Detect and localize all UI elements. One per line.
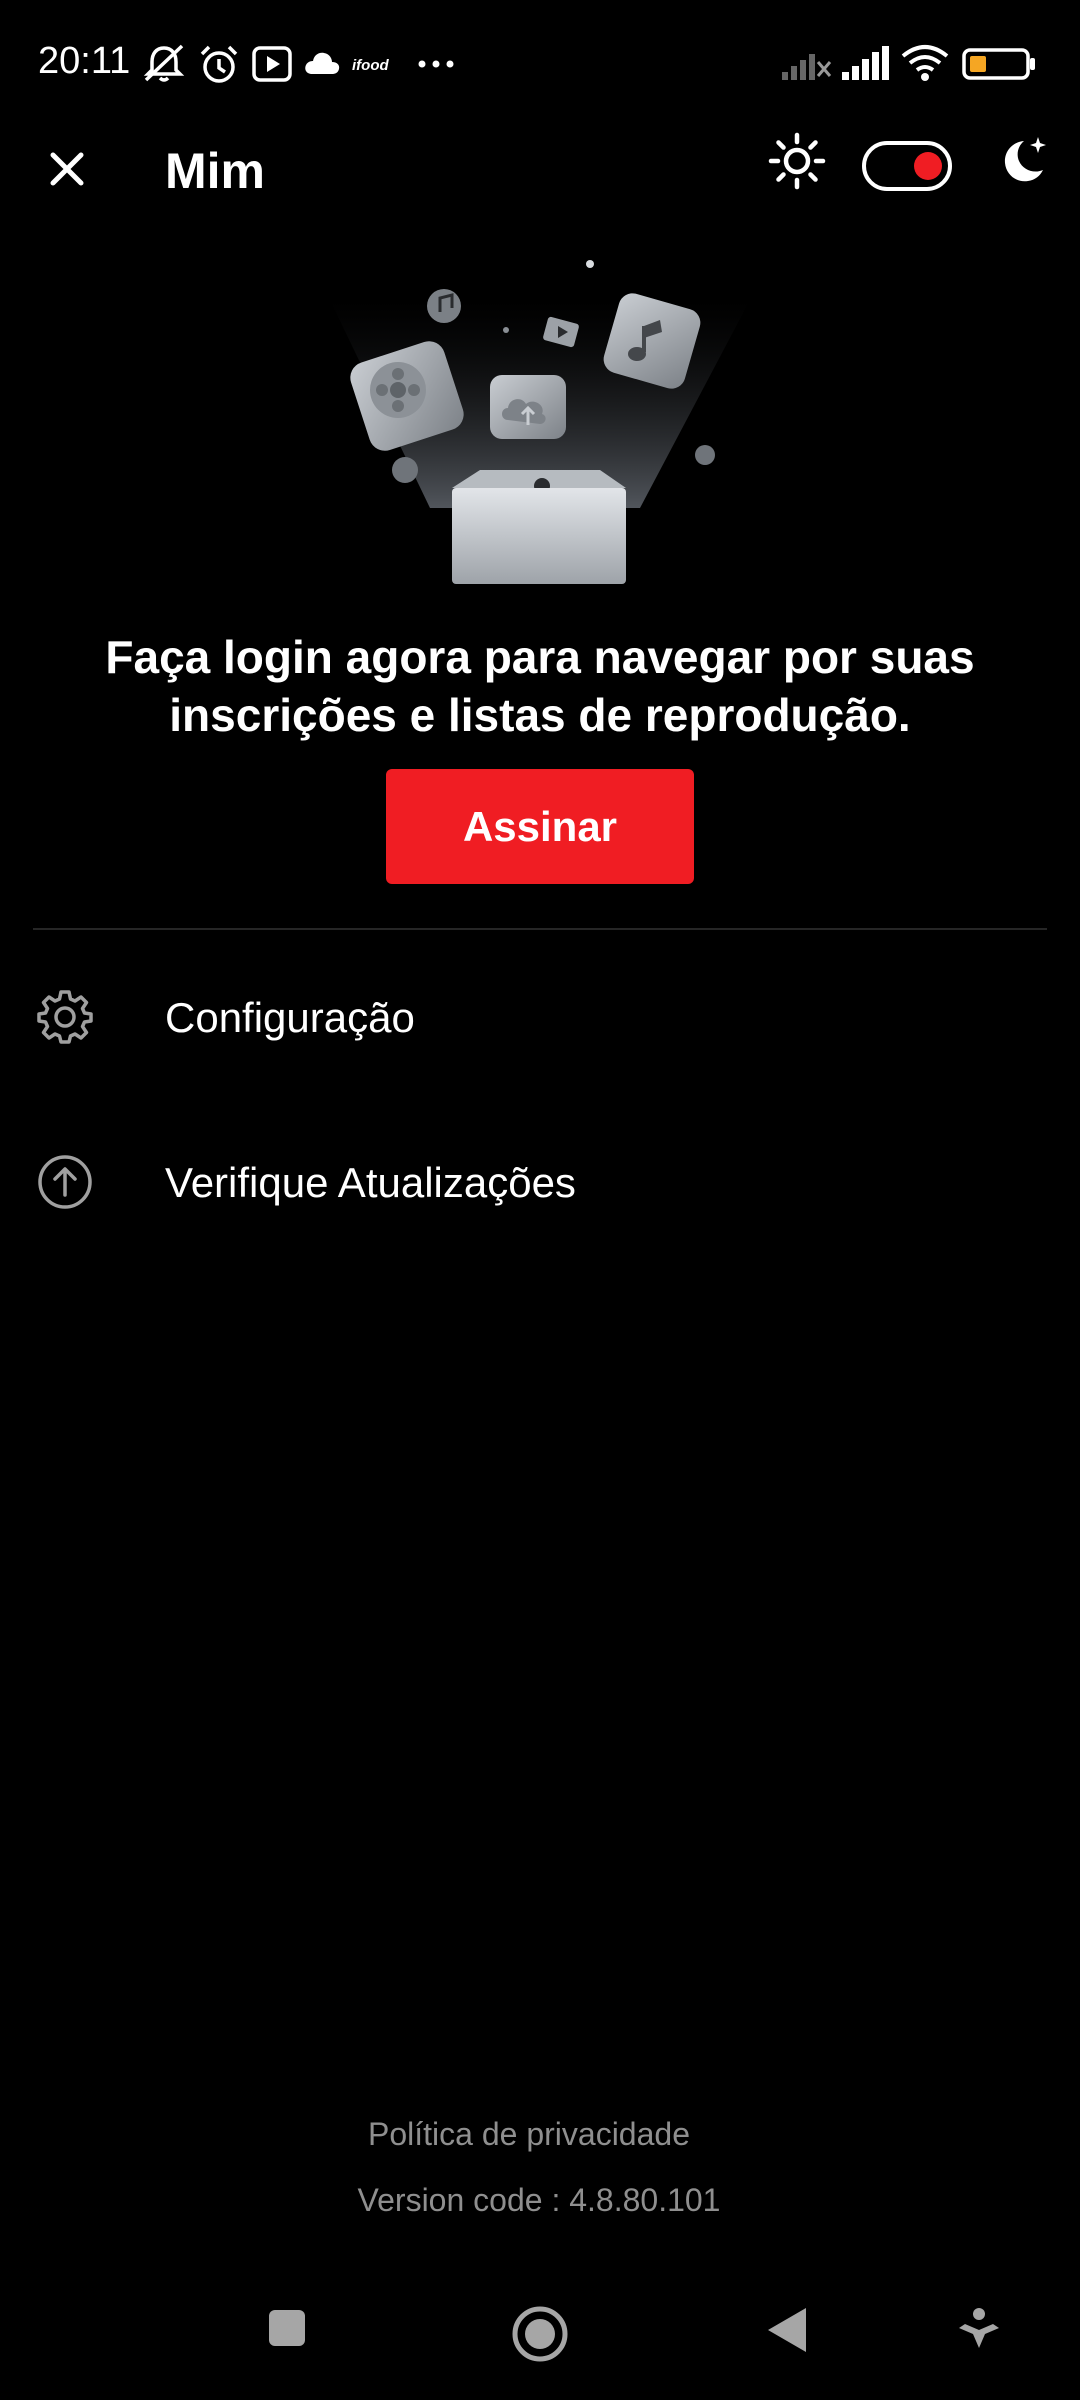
status-time: 20:11 xyxy=(38,40,131,82)
ifood-icon: ifood xyxy=(352,57,389,74)
divider xyxy=(33,928,1047,930)
menu-item-label: Verifique Atualizações xyxy=(165,1159,576,1206)
header: Mim xyxy=(0,128,1080,226)
recents-icon[interactable] xyxy=(263,2304,311,2352)
close-button[interactable] xyxy=(36,138,98,200)
login-message: Faça login agora para navegar por suas i… xyxy=(105,631,975,741)
signal-no-sim-icon xyxy=(782,54,832,80)
signal-icon xyxy=(842,46,889,80)
close-icon xyxy=(50,152,84,186)
media-box-illustration xyxy=(330,260,750,584)
arrow-up-circle-icon xyxy=(38,1155,92,1209)
menu-item-label: Configuração xyxy=(165,994,415,1041)
cloud-icon xyxy=(305,52,340,74)
theme-toggle[interactable] xyxy=(862,141,952,191)
menu-item-settings[interactable]: Configuração xyxy=(0,957,1080,1077)
svg-text:ifood: ifood xyxy=(352,57,389,74)
accessibility-icon[interactable] xyxy=(953,2304,1005,2356)
gear-icon xyxy=(37,990,93,1044)
more-dots-icon xyxy=(418,60,454,68)
sun-icon[interactable] xyxy=(767,131,827,191)
privacy-policy-link[interactable]: Política de privacidade xyxy=(0,2116,1058,2153)
page-title: Mim xyxy=(165,143,265,199)
moon-icon[interactable] xyxy=(994,133,1050,189)
wifi-icon xyxy=(901,45,949,81)
back-icon[interactable] xyxy=(762,2304,814,2356)
navigation-bar xyxy=(0,2276,1080,2400)
toggle-knob xyxy=(914,152,942,180)
status-bar: 20:11 ifood xyxy=(0,0,1080,128)
subscribe-button[interactable]: Assinar xyxy=(386,769,694,884)
youtube-icon xyxy=(252,46,292,82)
alarm-icon xyxy=(200,45,238,83)
muted-icon xyxy=(143,44,185,82)
home-icon[interactable] xyxy=(510,2304,570,2364)
menu-item-check-updates[interactable]: Verifique Atualizações xyxy=(0,1122,1080,1242)
version-code: Version code : 4.8.80.101 xyxy=(357,2182,721,2218)
battery-icon xyxy=(962,48,1035,80)
